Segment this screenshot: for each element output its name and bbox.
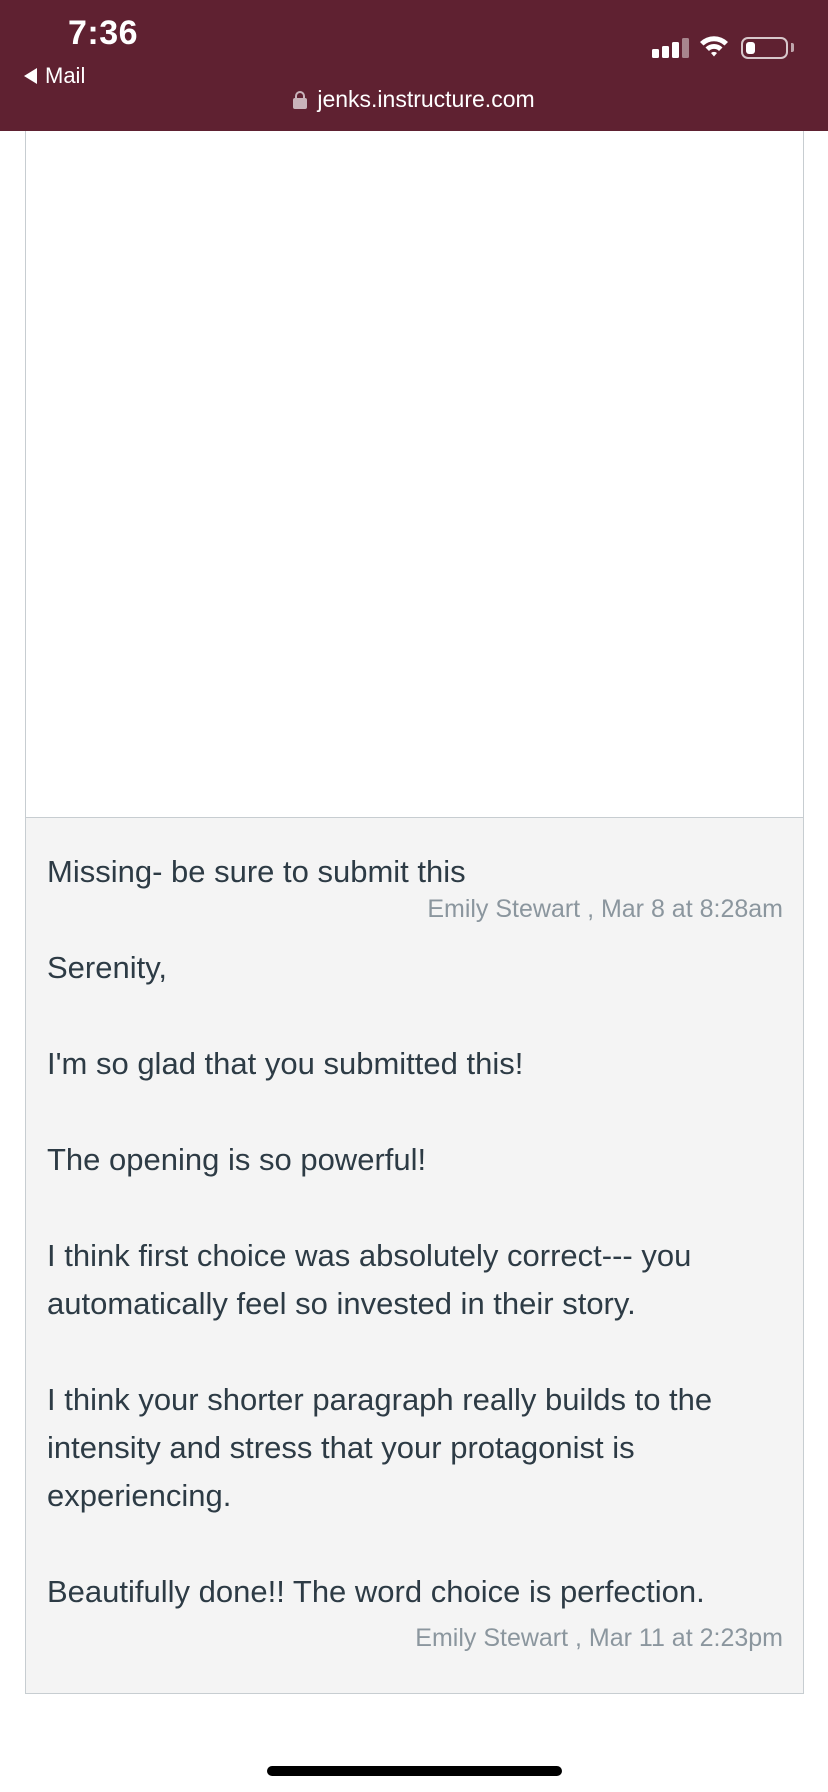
home-indicator[interactable] <box>267 1766 562 1776</box>
url-text: jenks.instructure.com <box>317 86 535 112</box>
battery-nub <box>791 43 794 52</box>
comment-text: Serenity, I'm so glad that you submitted… <box>47 950 713 1609</box>
battery-level <box>746 42 755 54</box>
back-arrow-icon <box>24 68 37 84</box>
clock: 7:36 <box>68 14 139 52</box>
status-bar: 7:36 Mail jenks.instructure.com <box>0 0 828 131</box>
comment-text: Missing- be sure to submit this <box>47 854 466 889</box>
battery-icon <box>741 37 788 59</box>
wifi-icon <box>700 36 728 57</box>
address-bar[interactable]: jenks.instructure.com <box>0 86 828 113</box>
comments-panel: Missing- be sure to submit this Emily St… <box>26 818 803 1693</box>
cellular-signal-icon <box>652 38 689 58</box>
submission-frame: Missing- be sure to submit this Emily St… <box>25 131 804 1694</box>
comment-author-date: Emily Stewart , Mar 11 at 2:23pm <box>415 1624 783 1652</box>
lock-icon <box>293 90 308 109</box>
submission-preview[interactable] <box>26 131 803 818</box>
comment-author-date: Emily Stewart , Mar 8 at 8:28am <box>427 895 783 923</box>
